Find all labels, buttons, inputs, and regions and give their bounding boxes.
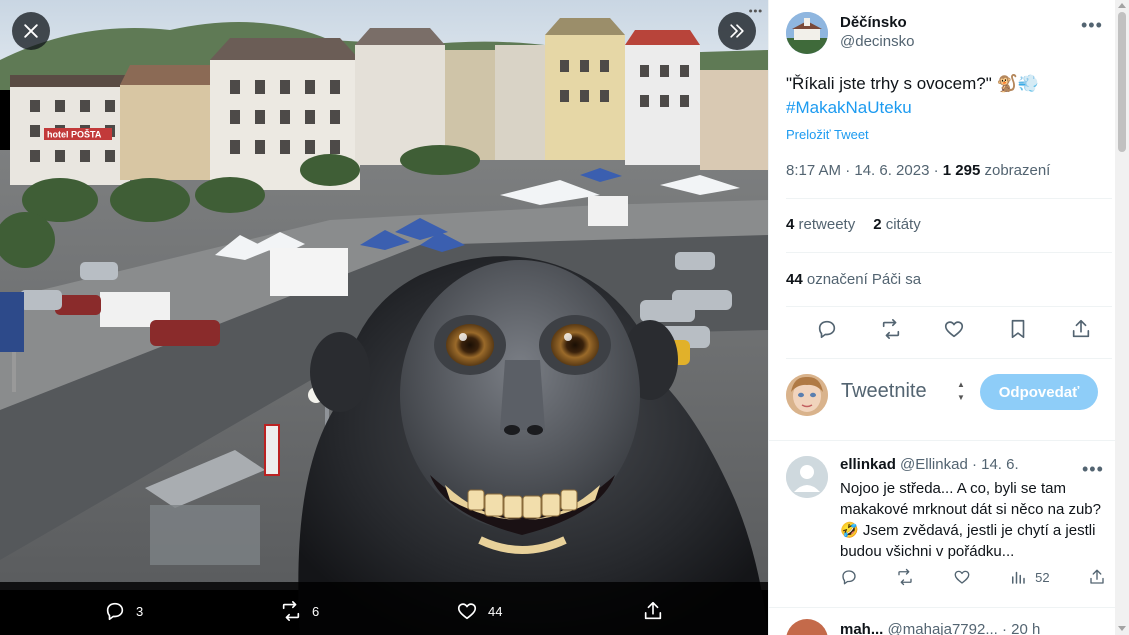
scroll-up-arrow[interactable] [1118, 3, 1126, 8]
reply-icon[interactable] [840, 568, 858, 586]
likes-count: 44 [786, 271, 803, 288]
tweet-actions [786, 318, 1112, 340]
like-icon[interactable] [953, 568, 971, 586]
hotel-sign: hotel POŠTA [47, 129, 102, 140]
quotes-count: 2 [873, 216, 882, 233]
views-chart-icon [1012, 571, 1025, 584]
close-button[interactable] [12, 12, 50, 50]
reply-header: mah... @mahaja7792... · 20 h [840, 621, 1040, 635]
double-chevron-right-icon [730, 24, 744, 38]
reply-text: Nojoo je středa... A co, byli se tam mak… [840, 480, 1101, 560]
retweet-icon[interactable] [896, 568, 914, 586]
like-icon [457, 603, 477, 620]
reply-icon[interactable] [816, 318, 838, 340]
divider [769, 440, 1129, 441]
divider [786, 252, 1112, 253]
reply-author-name[interactable]: ellinkad [840, 456, 896, 473]
quotes-label: citáty [881, 216, 921, 233]
quotes-stat[interactable]: 2 citáty [873, 216, 921, 233]
divider [786, 198, 1112, 199]
user-avatar-image [786, 374, 828, 416]
like-icon[interactable] [943, 318, 965, 340]
share-icon [644, 601, 662, 620]
tweet-stats: 4 retweety 2 citáty [786, 216, 921, 233]
scroll-down-arrow[interactable] [1118, 626, 1126, 631]
reply-icon [106, 602, 124, 621]
views-label: zobrazení [980, 162, 1051, 179]
translate-tweet-link[interactable]: Preložiť Tweet [786, 127, 869, 142]
divider [786, 358, 1112, 359]
author-handle[interactable]: @decinsko [840, 33, 914, 50]
retweet-icon [282, 601, 300, 621]
tweet-meta: 8:17 AM · 14. 6. 2023 · 1 295 zobrazení [786, 162, 1050, 179]
reply-composer: Tweetnite ▲ ▼ Odpovedať [786, 372, 1112, 417]
webcam-watermark: ● ● ● [748, 8, 762, 13]
divider [769, 607, 1129, 608]
tweet-detail-panel: Děčínsko @decinsko ••• "Říkali jste trhy… [768, 0, 1129, 635]
share-icon[interactable] [1088, 568, 1106, 586]
tweet-text: "Říkali jste trhy s ovocem?" 🐒💨 [786, 74, 1039, 93]
castle-avatar-image [786, 12, 828, 54]
expand-sidebar-button[interactable] [718, 12, 756, 50]
tweet-body: "Říkali jste trhy s ovocem?" 🐒💨 #MakakNa… [786, 72, 1106, 120]
media-viewer: hotel POŠTA ● ● ● 3 6 44 [0, 0, 768, 635]
reply-views[interactable]: 52 [1009, 568, 1050, 586]
scrollbar[interactable] [1115, 0, 1129, 635]
reply-avatar[interactable] [786, 619, 828, 635]
reply-input[interactable]: Tweetnite [841, 380, 927, 403]
reply-date[interactable]: · 14. 6. [968, 456, 1019, 473]
share-icon[interactable] [1070, 318, 1092, 340]
tweet-photo: hotel POŠTA [0, 0, 768, 635]
retweets-stat[interactable]: 4 retweety [786, 216, 855, 233]
author-name[interactable]: Děčínsko [840, 14, 914, 31]
retweet-icon[interactable] [880, 318, 902, 340]
reply-avatar[interactable] [786, 456, 828, 498]
reply-views-count: 52 [1035, 569, 1050, 585]
divider [786, 306, 1112, 307]
likes-stat[interactable]: 44 označení Páči sa [786, 271, 921, 288]
media-like-button[interactable]: 44 [456, 600, 502, 622]
reply-spinner[interactable]: ▲ ▼ [957, 378, 965, 404]
tweet-hashtag[interactable]: #MakakNaUteku [786, 96, 1106, 120]
author-avatar[interactable] [786, 12, 828, 54]
media-retweet-count: 6 [312, 603, 320, 619]
reply-date[interactable]: · 20 h [998, 621, 1040, 635]
tweet-timestamp[interactable]: 8:17 AM · 14. 6. 2023 · [786, 162, 943, 179]
current-user-avatar[interactable] [786, 374, 828, 416]
reply-header: ellinkad @Ellinkad · 14. 6. [840, 456, 1019, 473]
media-action-bar: 3 6 44 [0, 582, 768, 635]
media-like-count: 44 [488, 603, 503, 619]
views-count: 1 295 [942, 162, 981, 179]
close-icon [24, 24, 38, 38]
media-reply-count: 3 [136, 603, 144, 619]
reply-button[interactable]: Odpovedať [980, 374, 1098, 410]
tweet-photo-viewer: hotel POŠTA ● ● ● 3 6 44 Děčínsko @decin… [0, 0, 1129, 635]
likes-label: označení Páči sa [802, 271, 922, 288]
bookmark-icon[interactable] [1007, 318, 1029, 340]
retweets-label: retweety [794, 216, 856, 233]
tweet-author[interactable]: Děčínsko @decinsko [786, 12, 914, 54]
scrollbar-thumb[interactable] [1118, 12, 1126, 152]
default-avatar-icon [786, 456, 828, 498]
reply-author-handle[interactable]: @Ellinkad [900, 456, 968, 473]
reply-actions: 52 [840, 568, 1106, 586]
media-reply-button[interactable]: 3 [104, 600, 143, 622]
reply-author-handle[interactable]: @mahaja7792... [888, 621, 998, 635]
media-retweet-button[interactable]: 6 [280, 600, 319, 622]
media-share-button[interactable] [642, 600, 664, 622]
reply-author-name[interactable]: mah... [840, 621, 883, 635]
reply-more-button[interactable]: ••• [1082, 460, 1104, 478]
tweet-more-button[interactable]: ••• [1081, 16, 1103, 34]
